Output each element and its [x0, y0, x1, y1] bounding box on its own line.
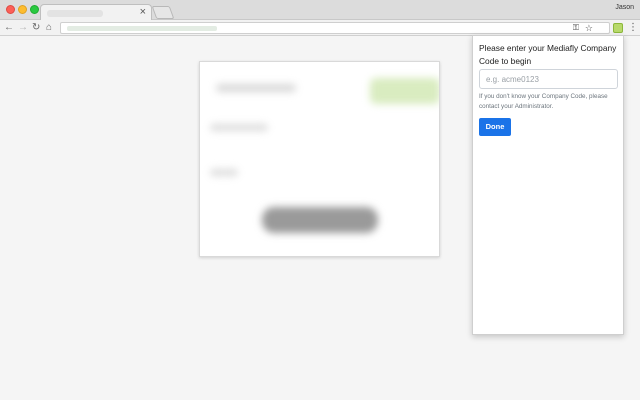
maximize-window-button[interactable]: [30, 5, 39, 14]
company-code-prompt: Please enter your Mediafly Company Code …: [479, 43, 617, 66]
address-bar[interactable]: ⚿ ☆: [60, 22, 610, 34]
blurred-logo: [370, 78, 439, 104]
forward-arrow-icon[interactable]: →: [18, 21, 28, 35]
tab-close-icon[interactable]: ×: [140, 7, 146, 18]
reload-icon[interactable]: ↻: [32, 21, 40, 35]
browser-tab-active[interactable]: ×: [40, 4, 152, 21]
tab-title-blurred: [47, 10, 103, 17]
blurred-field-label: [210, 169, 238, 176]
browser-window: × Jason ← → ↻ ⌂ ⚿ ☆ ⋮ Please enter your …: [0, 0, 640, 400]
extension-icon[interactable]: [613, 23, 623, 33]
company-code-help-text: If you don't know your Company Code, ple…: [479, 93, 608, 110]
blurred-button: [262, 207, 378, 233]
company-code-input[interactable]: [479, 69, 618, 89]
new-tab-button[interactable]: [151, 6, 175, 19]
url-text-blurred: [67, 26, 217, 31]
blurred-login-card: [199, 61, 440, 257]
close-window-button[interactable]: [6, 5, 15, 14]
title-bar: × Jason: [0, 0, 640, 21]
done-button[interactable]: Done: [479, 118, 511, 136]
profile-name[interactable]: Jason: [615, 4, 634, 11]
home-icon[interactable]: ⌂: [46, 21, 52, 35]
browser-menu-icon[interactable]: ⋮: [628, 21, 638, 35]
blurred-field-label: [210, 124, 268, 131]
extension-popup: Please enter your Mediafly Company Code …: [472, 35, 624, 335]
back-arrow-icon[interactable]: ←: [4, 21, 14, 35]
blurred-heading: [216, 84, 296, 92]
key-icon[interactable]: ⚿: [573, 23, 579, 33]
bookmark-star-icon[interactable]: ☆: [585, 23, 593, 33]
minimize-window-button[interactable]: [18, 5, 27, 14]
browser-toolbar: ← → ↻ ⌂ ⚿ ☆ ⋮: [0, 20, 640, 36]
